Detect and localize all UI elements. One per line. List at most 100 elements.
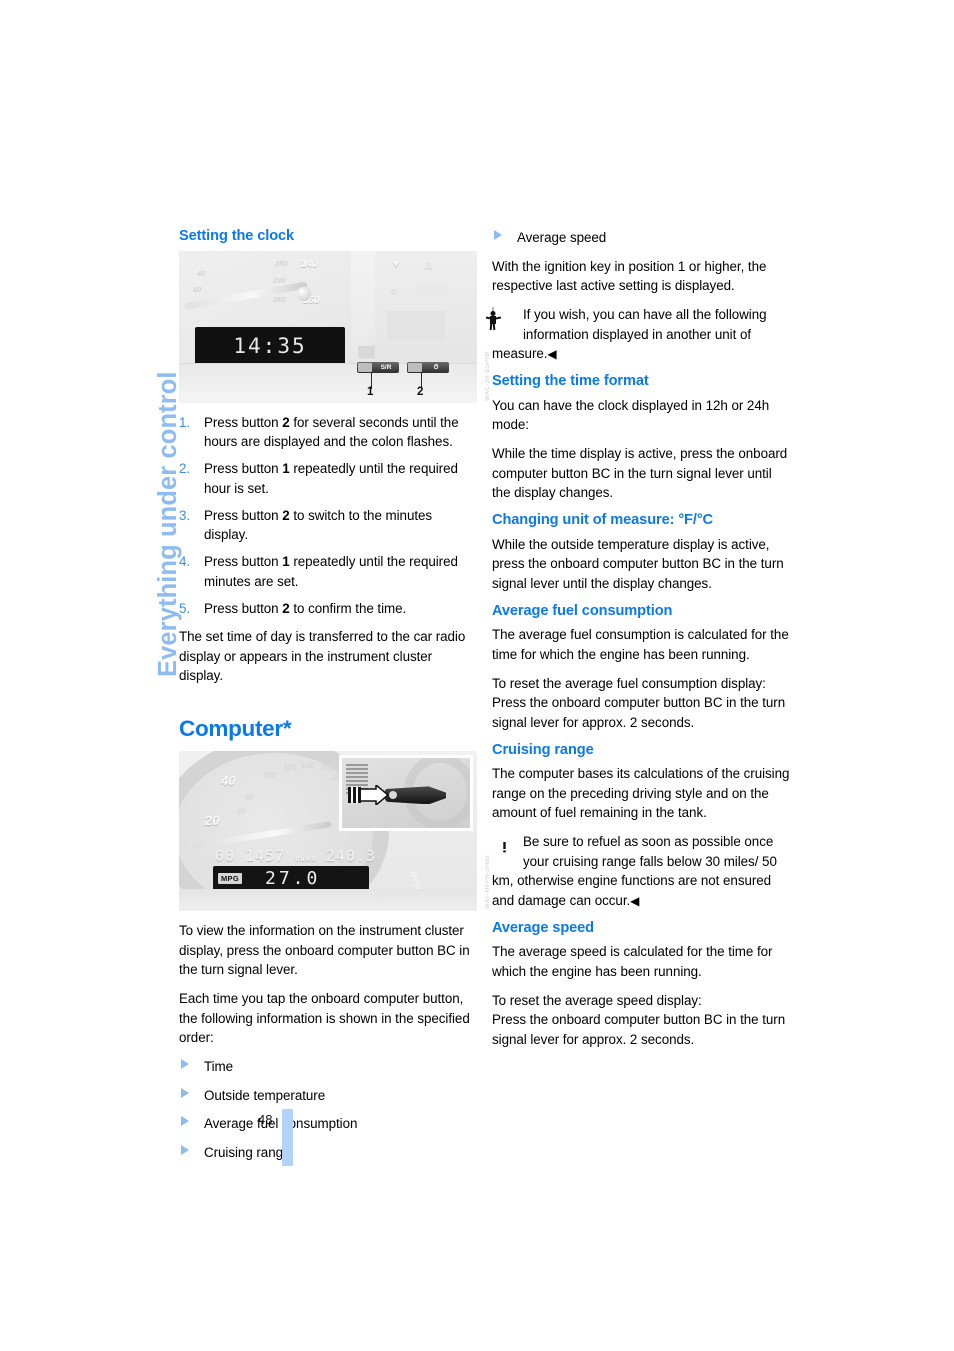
gauge-number-small: 40: [197, 268, 206, 278]
telltale-icon-3: ☼: [389, 284, 399, 296]
step-button-id: 2: [282, 414, 290, 430]
telltale-icon-2: △: [425, 258, 433, 270]
clock-icon: ⏱: [433, 363, 439, 371]
finger-bars-icon: [348, 787, 361, 804]
cluster-lower-panel: [179, 889, 477, 912]
heading-cruising-range: Cruising range: [492, 741, 594, 758]
warning-triangle-icon: [492, 833, 516, 857]
step-button-id: 1: [282, 554, 290, 569]
odometer-unit: miles: [295, 854, 316, 864]
callout-label-2: 2: [417, 385, 424, 398]
odometer-value: 00 1457: [215, 847, 286, 866]
list-item: Time: [179, 1057, 477, 1077]
press-arrow-icon: [346, 783, 392, 807]
folio-accent-bar: [282, 1109, 293, 1166]
lcd-value: 27.0: [265, 868, 321, 890]
step-text-pre: Press button: [204, 461, 283, 476]
list-item: Average fuel consumption: [179, 1114, 477, 1134]
dial-number-small: 80: [237, 807, 246, 817]
avg-speed-reset-line2: Press the onboard computer button BC in …: [492, 1012, 786, 1047]
right-column: Average speed With the ignition key in p…: [485, 228, 790, 1050]
dial-number-small: 100: [263, 771, 277, 781]
odometer-row: 00 1457 miles 240.3: [215, 847, 405, 865]
list-item: Cruising range: [179, 1143, 477, 1163]
dial-number-small: 140: [301, 761, 315, 771]
dial-number: 20: [205, 813, 220, 829]
gauge-number-small: 280: [275, 258, 288, 268]
computer-lcd-display: MPG 27.0: [213, 866, 369, 892]
heading-average-speed: Average speed: [492, 919, 594, 936]
triangle-bullet-icon: [181, 1059, 189, 1070]
paragraph-unit-of-measure: While the outside temperature display is…: [492, 536, 784, 591]
page-number: 48: [258, 1112, 273, 1127]
instrument-cluster-illustration: 140 160 240 260 280 40 60 14:35 ▼ △ ☼ S/…: [179, 250, 477, 403]
note-information-text: If you wish, you can have all the follow…: [492, 307, 767, 361]
computer-info-list-continued: Average speed: [492, 228, 790, 248]
computer-info-list: Time Outside temperature Average fuel co…: [179, 1057, 477, 1162]
cluster-panel-recess: [387, 310, 445, 341]
cluster-lcd-display: 14:35: [195, 326, 345, 365]
gauge-number-small: 240: [273, 275, 286, 285]
gauge-number-small: 60: [193, 284, 202, 294]
gauge-number-small: 260: [273, 294, 286, 304]
dial-number-small: 120: [283, 763, 297, 773]
list-item-label: Cruising range: [204, 1144, 291, 1160]
paragraph-cruising-range: The computer bases its calculations of t…: [492, 766, 790, 820]
step-text-pre: Press button: [204, 507, 283, 523]
lcd-unit-label: MPG: [218, 873, 242, 885]
left-column: Setting the clock 140 160 240 260 280 40…: [179, 228, 491, 1171]
paragraph-avg-fuel-reset: To reset the average fuel consumption di…: [492, 675, 786, 730]
step-button-id: 2: [282, 600, 290, 616]
list-item-label: Outside temperature: [204, 1087, 326, 1103]
telltale-badge: [415, 286, 449, 296]
list-item: Average speed: [492, 228, 790, 248]
button-cap: [408, 362, 422, 372]
list-item-label: Average speed: [517, 230, 607, 245]
note-warning: Be sure to refuel as soon as possible on…: [492, 832, 790, 910]
note-information: If you wish, you can have all the follow…: [485, 305, 790, 364]
paragraph-avg-speed-definition: The average speed is calculated for the …: [492, 944, 773, 979]
step-number: 2.: [179, 461, 191, 476]
list-item: 3. Press button 2 to switch to the minute…: [179, 506, 477, 545]
trip-value: 240.3: [325, 847, 376, 866]
step-text-pre: Press button: [204, 414, 283, 430]
step-button-id: 2: [282, 507, 290, 523]
step-button-id: 1: [282, 461, 290, 476]
paragraph-tap-button: Each time you tap the onboard computer b…: [179, 991, 470, 1046]
figure-caption-code: WAF-HPPH-DHml: [485, 855, 491, 910]
note-end-mark: ◀: [630, 893, 639, 908]
step-number: 4.: [179, 554, 191, 569]
clock-time-value: 14:35: [233, 333, 307, 358]
dial-number: 40: [221, 773, 236, 789]
paragraph-after-steps: The set time of day is transferred to th…: [179, 629, 466, 683]
heading-setting-the-clock: Setting the clock: [179, 228, 295, 244]
button-clock[interactable]: ⏱: [407, 361, 449, 373]
triangle-bullet-icon: [181, 1087, 189, 1098]
needle-hub: [297, 286, 311, 301]
button-sr-label: S/R: [380, 363, 392, 371]
triangle-bullet-icon: [494, 230, 502, 240]
paragraph-view-info: To view the information on the instrumen…: [179, 923, 470, 978]
triangle-bullet-icon: [181, 1144, 189, 1155]
figure-instrument-cluster-clock: 140 160 240 260 280 40 60 14:35 ▼ △ ☼ S/…: [179, 250, 491, 403]
list-item: 4. Press button 1 repeatedly until the re…: [179, 552, 477, 591]
person-info-icon: [485, 306, 516, 331]
paragraph-time-format-modes: You can have the clock displayed in 12h …: [492, 397, 770, 433]
button-cap: [358, 362, 372, 372]
heading-changing-unit-of-measure: Changing unit of measure: °F/°C: [492, 512, 713, 528]
list-item: 1. Press button 2 for several seconds unt…: [179, 413, 477, 452]
paragraph-avg-speed-reset: To reset the average speed display: Press…: [492, 991, 790, 1050]
manual-page: Everything under control Setting the clo…: [0, 0, 954, 1351]
paragraph-time-format-change: While the time display is active, press …: [492, 446, 788, 500]
step-text-pre: Press button: [204, 554, 283, 569]
paragraph-avg-fuel-definition: The average fuel consumption is calculat…: [492, 627, 789, 662]
dial-number-small: 60: [245, 793, 254, 803]
dial-number-small: 160: [321, 763, 335, 773]
step-number: 3.: [179, 507, 191, 523]
list-item: Outside temperature: [179, 1086, 477, 1106]
step-number: 1.: [179, 414, 191, 430]
list-item-label: Time: [204, 1059, 234, 1075]
avg-speed-reset-line1: To reset the average speed display:: [492, 992, 702, 1008]
telltale-icon-1: ▼: [391, 258, 401, 270]
button-sr[interactable]: S/R: [357, 361, 399, 373]
